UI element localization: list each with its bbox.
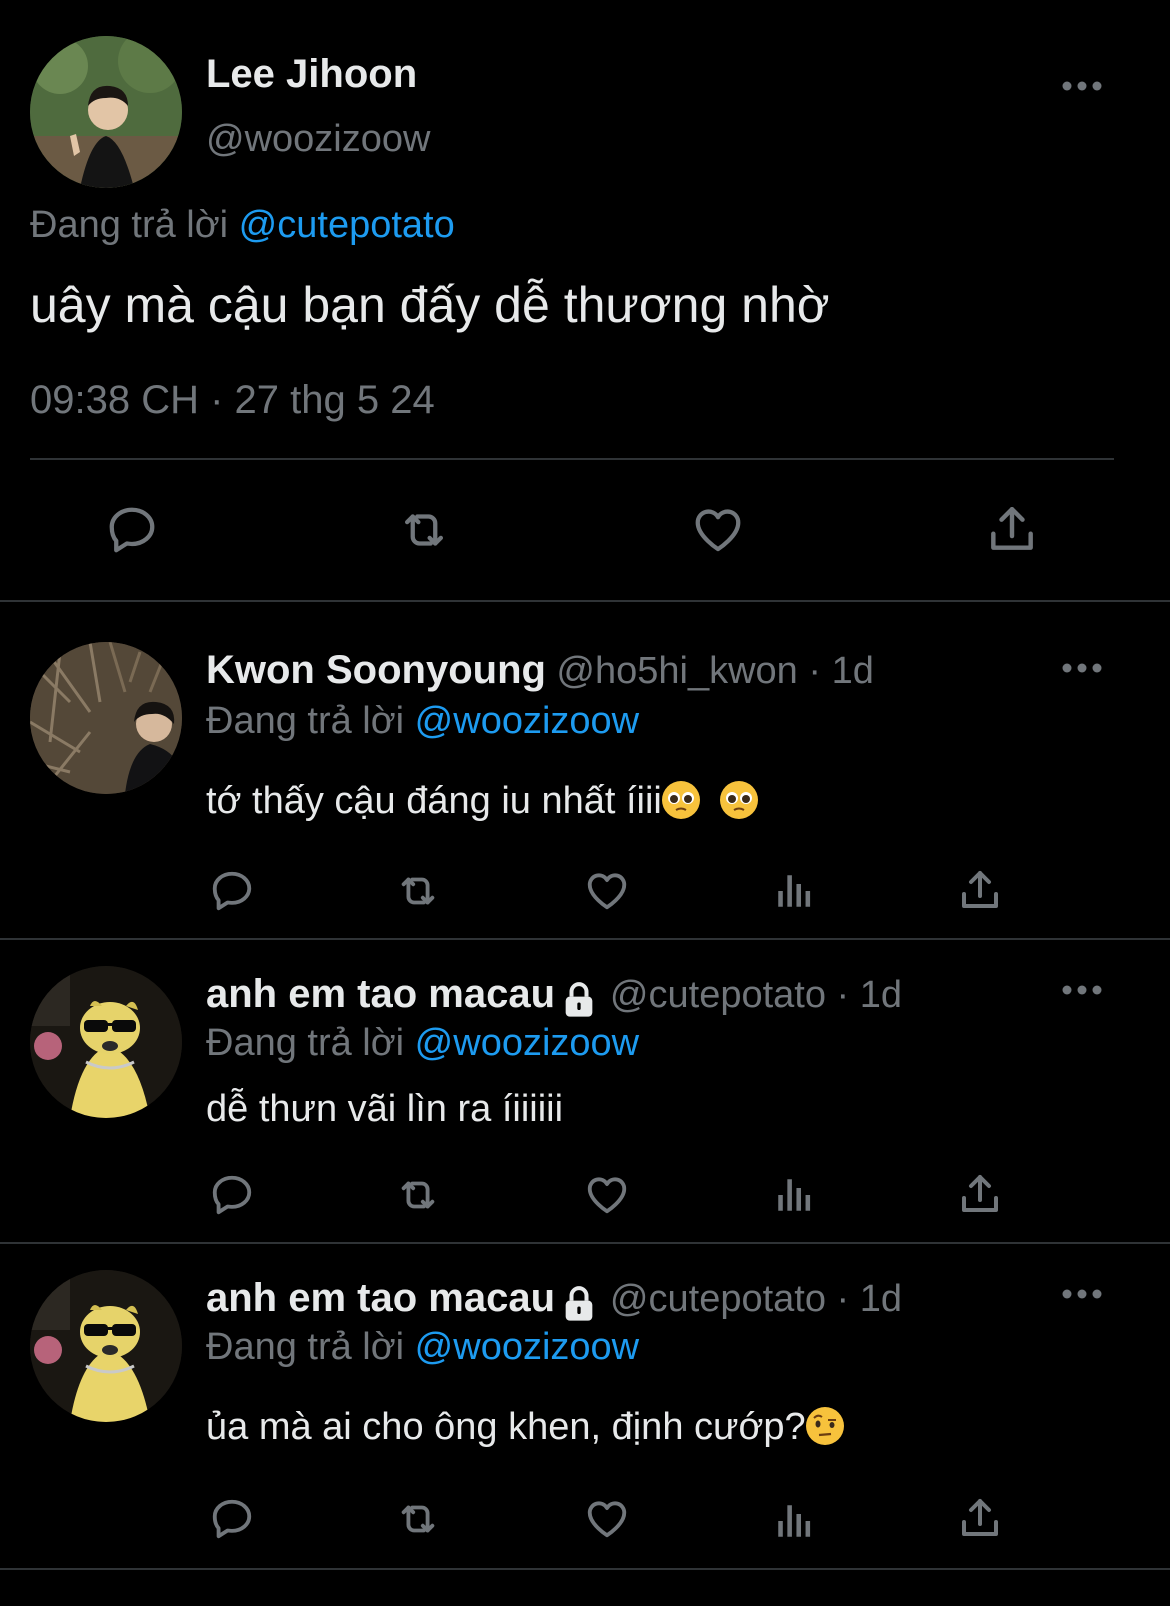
mention-link[interactable]: @woozizoow: [415, 700, 639, 742]
replying-to-line: Đang trả lời @woozizoow: [206, 1326, 639, 1369]
views-icon[interactable]: [770, 1496, 818, 1546]
retweet-icon[interactable]: [388, 1494, 448, 1544]
replying-to-prefix: Đang trả lời: [206, 1022, 405, 1064]
author-handle[interactable]: @cutepotato · 1d: [610, 1278, 902, 1320]
replying-to-line: Đang trả lời @woozizoow: [206, 700, 639, 743]
reply-icon[interactable]: [206, 1494, 258, 1544]
replying-to-line: Đang trả lời @woozizoow: [206, 1022, 639, 1065]
author-handle[interactable]: @woozizoow: [206, 118, 430, 161]
views-icon[interactable]: [770, 1170, 818, 1220]
reply-text-content: tớ thấy cậu đáng iu nhất íiii: [206, 780, 662, 822]
more-icon[interactable]: [1062, 78, 1102, 94]
replying-to-prefix: Đang trả lời: [30, 204, 229, 246]
pleading-face-emoji: [661, 781, 700, 819]
author-handle[interactable]: @cutepotato · 1d: [610, 974, 902, 1016]
avatar-lee-jihoon[interactable]: [30, 36, 182, 188]
avatar-anh-em-tao-macau[interactable]: [30, 1270, 182, 1422]
like-icon[interactable]: [686, 500, 750, 560]
reply-header: anh em tao macau @cutepotato · 1d: [206, 972, 902, 1025]
tweet-text: uây mà cậu bạn đấy dễ thương nhờ: [30, 277, 830, 333]
like-icon[interactable]: [580, 1494, 634, 1544]
author-name[interactable]: Kwon Soonyoung: [206, 648, 546, 692]
lock-icon: [559, 1284, 599, 1329]
reply-text: dễ thưn vãi lìn ra íiiiiii: [206, 1088, 564, 1130]
mention-link[interactable]: @woozizoow: [415, 1326, 639, 1368]
divider: [30, 458, 1114, 460]
author-name[interactable]: Lee Jihoon: [206, 52, 417, 97]
more-icon[interactable]: [1062, 660, 1102, 676]
avatar-kwon-soonyoung[interactable]: [30, 642, 182, 794]
reply-header: anh em tao macau @cutepotato · 1d: [206, 1276, 902, 1329]
retweet-icon[interactable]: [388, 1170, 448, 1220]
avatar-anh-em-tao-macau[interactable]: [30, 966, 182, 1118]
reply-header: Kwon Soonyoung @ho5hi_kwon · 1d: [206, 648, 874, 693]
divider: [0, 1242, 1170, 1244]
reply-icon[interactable]: [100, 500, 164, 560]
pleading-face-emoji: [720, 781, 759, 819]
author-name[interactable]: anh em tao macau: [206, 1276, 555, 1320]
share-icon[interactable]: [954, 1168, 1006, 1220]
raised-eyebrow-emoji: [805, 1407, 844, 1445]
author-name[interactable]: anh em tao macau: [206, 972, 555, 1016]
reply-text: ủa mà ai cho ông khen, định cướp?: [206, 1406, 844, 1449]
replying-to-prefix: Đang trả lời: [206, 700, 405, 742]
like-icon[interactable]: [580, 1170, 634, 1220]
divider: [0, 600, 1170, 602]
reply-text: tớ thấy cậu đáng iu nhất íiii: [206, 780, 759, 823]
reply-icon[interactable]: [206, 866, 258, 916]
views-icon[interactable]: [770, 866, 818, 916]
share-icon[interactable]: [954, 1492, 1006, 1544]
lock-icon: [559, 980, 599, 1025]
replying-to-line: Đang trả lời @cutepotato: [30, 204, 455, 247]
reply-icon[interactable]: [206, 1170, 258, 1220]
more-icon[interactable]: [1062, 982, 1102, 998]
divider: [0, 938, 1170, 940]
mention-link[interactable]: @cutepotato: [239, 204, 455, 246]
share-icon[interactable]: [954, 864, 1006, 916]
author-handle[interactable]: @ho5hi_kwon · 1d: [556, 650, 873, 692]
tweet-timestamp[interactable]: 09:38 CH · 27 thg 5 24: [30, 378, 435, 423]
mention-link[interactable]: @woozizoow: [415, 1022, 639, 1064]
like-icon[interactable]: [580, 866, 634, 916]
share-icon[interactable]: [980, 498, 1044, 560]
reply-text-content: ủa mà ai cho ông khen, định cướp?: [206, 1406, 806, 1448]
replying-to-prefix: Đang trả lời: [206, 1326, 405, 1368]
retweet-icon[interactable]: [388, 866, 448, 916]
divider: [0, 1568, 1170, 1570]
more-icon[interactable]: [1062, 1286, 1102, 1302]
retweet-icon[interactable]: [388, 500, 460, 560]
